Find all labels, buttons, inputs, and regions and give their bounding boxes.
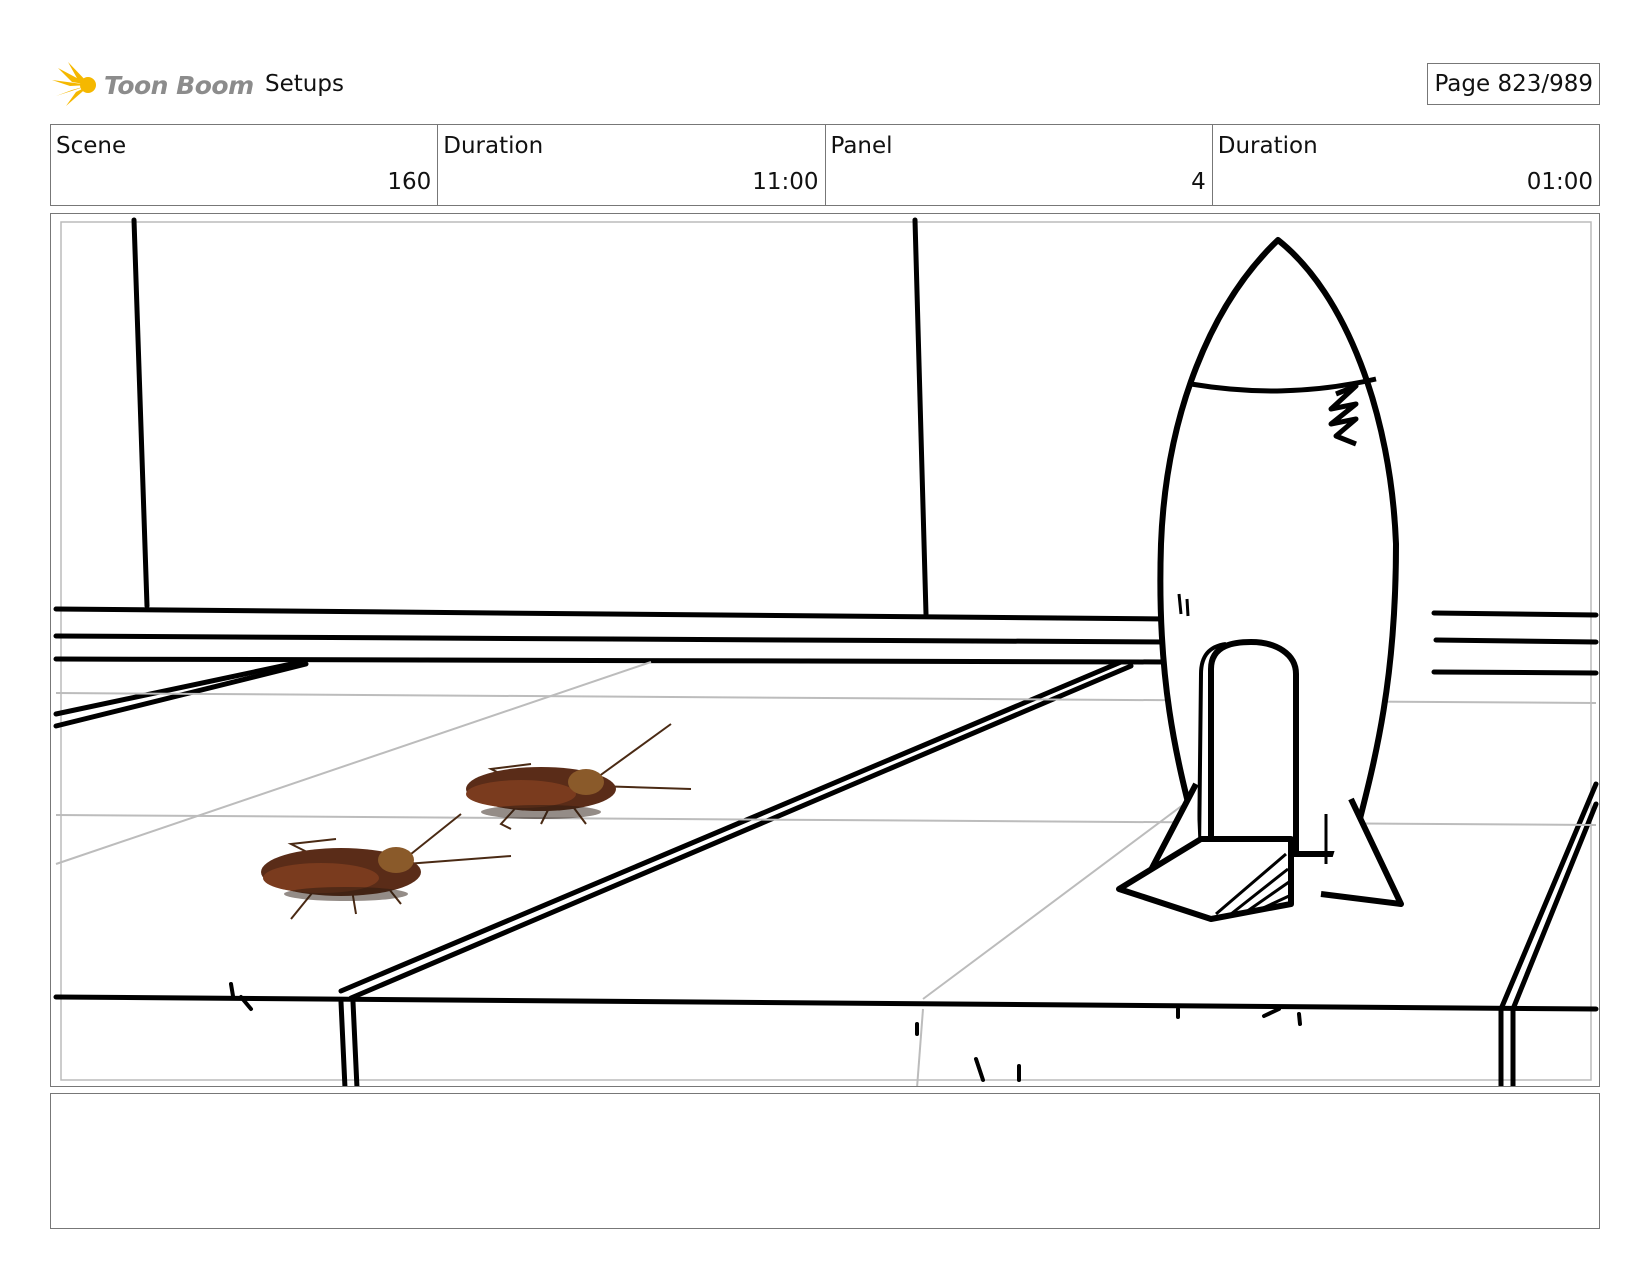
- sunburst-icon: [52, 62, 96, 106]
- panel-duration-cell: Duration 01:00: [1213, 125, 1599, 205]
- panel-cell: Panel 4: [826, 125, 1213, 205]
- cockroach-icon: [261, 813, 512, 920]
- panel-duration-value: 01:00: [1526, 169, 1593, 195]
- page-number: Page 823/989: [1427, 63, 1600, 105]
- scene-value: 160: [387, 169, 432, 195]
- scene-duration-label: Duration: [443, 133, 544, 159]
- scene-duration-cell: Duration 11:00: [438, 125, 826, 205]
- panel-notes-box: [50, 1093, 1600, 1229]
- storyboard-panel-image: [50, 213, 1600, 1087]
- rocket-sketch-icon: [1116, 237, 1404, 922]
- section-title: Setups: [265, 71, 344, 97]
- cockroach-icon: [466, 723, 692, 830]
- scene-cell: Scene 160: [51, 125, 439, 205]
- scene-info-table: Scene 160 Duration 11:00 Panel 4 Duratio…: [50, 124, 1600, 206]
- panel-value: 4: [1191, 169, 1206, 195]
- toon-boom-logo: Toon Boom: [50, 60, 254, 110]
- panel-duration-label: Duration: [1217, 133, 1318, 159]
- panel-label: Panel: [830, 133, 893, 159]
- scene-duration-value: 11:00: [752, 169, 819, 195]
- panel-drawing: [53, 217, 1599, 1086]
- header: Toon Boom Setups Page 823/989: [50, 60, 1600, 110]
- scene-label: Scene: [56, 133, 127, 159]
- brand-name: Toon Boom: [104, 70, 254, 100]
